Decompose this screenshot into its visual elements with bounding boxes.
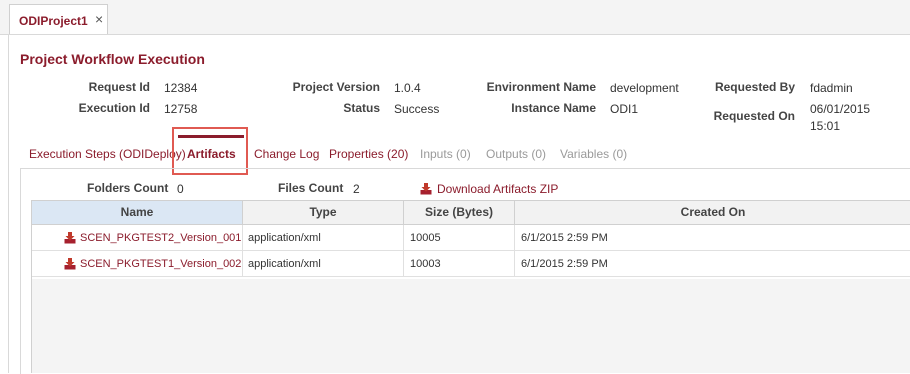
project-version-value: 1.0.4: [394, 81, 421, 95]
tab-variables[interactable]: Variables (0): [560, 147, 627, 161]
column-header-name[interactable]: Name: [32, 201, 243, 224]
column-header-size[interactable]: Size (Bytes): [404, 201, 515, 224]
artifact-type: application/xml: [243, 251, 404, 277]
tab-inputs[interactable]: Inputs (0): [420, 147, 471, 161]
left-border: [8, 34, 9, 373]
project-version-label: Project Version: [292, 80, 380, 94]
files-count-value: 2: [353, 182, 360, 196]
status-label: Status: [343, 101, 380, 115]
requested-by-label: Requested By: [714, 80, 795, 94]
column-header-created-on[interactable]: Created On: [515, 201, 910, 224]
download-artifacts-zip-link[interactable]: Download Artifacts ZIP: [420, 182, 558, 196]
table-row[interactable]: SCEN_PKGTEST1_Version_002.x application/…: [32, 251, 910, 277]
instance-name-value: ODI1: [610, 102, 639, 116]
request-id-value: 12384: [164, 81, 198, 95]
document-tab-bar: [0, 0, 910, 35]
page-title: Project Workflow Execution: [20, 51, 205, 67]
requested-by-value: fdadmin: [810, 81, 853, 95]
artifact-name-link[interactable]: SCEN_PKGTEST1_Version_002.x: [32, 251, 243, 277]
requested-on-label: Requested On: [713, 109, 795, 123]
tab-change-log[interactable]: Change Log: [254, 147, 319, 161]
artifact-size: 10005: [404, 225, 515, 251]
close-icon[interactable]: ×: [95, 11, 103, 27]
requested-on-date: 06/01/2015: [810, 102, 871, 116]
requested-on-time: 15:01: [810, 119, 841, 133]
folders-count-label: Folders Count: [87, 181, 169, 195]
environment-name-value: development: [610, 81, 679, 95]
artifacts-table: Name Type Size (Bytes) Created On SCEN_P…: [31, 200, 910, 373]
files-count-label: Files Count: [278, 181, 344, 195]
tab-execution-steps[interactable]: Execution Steps (ODIDeploy): [29, 147, 186, 161]
artifact-name-link[interactable]: SCEN_PKGTEST2_Version_001.x: [32, 225, 243, 251]
execution-id-value: 12758: [164, 102, 198, 116]
request-id-label: Request Id: [88, 80, 150, 94]
folders-count-value: 0: [177, 182, 184, 196]
environment-name-label: Environment Name: [486, 80, 596, 94]
status-value: Success: [394, 102, 440, 116]
download-icon: [420, 183, 432, 195]
instance-name-label: Instance Name: [511, 101, 596, 115]
artifact-created-on: 6/1/2015 2:59 PM: [521, 232, 608, 244]
document-tab-odiproject1[interactable]: ODIProject1 ×: [9, 4, 108, 34]
table-empty-area: [32, 279, 910, 373]
table-header: Name Type Size (Bytes) Created On: [32, 200, 910, 225]
document-tab-label[interactable]: ODIProject1: [19, 14, 88, 28]
execution-id-label: Execution Id: [78, 101, 150, 115]
tab-properties[interactable]: Properties (20): [329, 147, 408, 161]
artifact-size: 10003: [404, 251, 515, 277]
artifact-type: application/xml: [243, 225, 404, 251]
table-row[interactable]: SCEN_PKGTEST2_Version_001.x application/…: [32, 225, 910, 251]
artifact-created-on: 6/1/2015 2:59 PM: [521, 258, 608, 270]
tab-outputs[interactable]: Outputs (0): [486, 147, 546, 161]
column-header-type[interactable]: Type: [243, 201, 404, 224]
download-artifacts-zip-label[interactable]: Download Artifacts ZIP: [437, 182, 558, 196]
